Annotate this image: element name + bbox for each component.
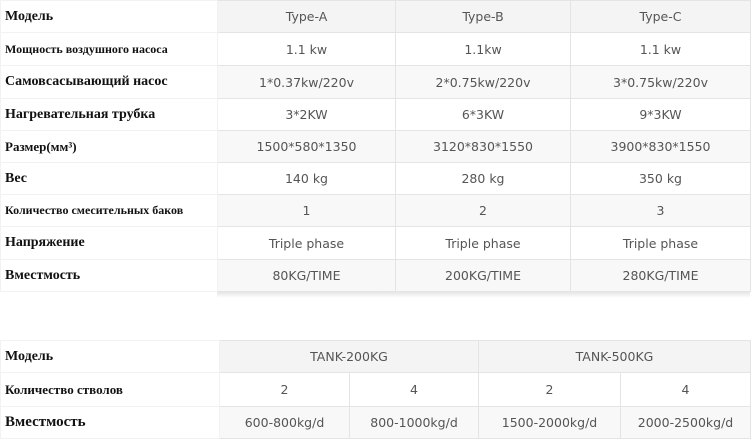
table-cell: 1500-2000kg/d (478, 406, 621, 439)
table-row: Количество стволов 2 4 2 4 (0, 372, 751, 407)
table-row: Вместмость 80KG/TIME 200KG/TIME 280KG/TI… (0, 259, 751, 292)
table-cell: Triple phase (570, 226, 751, 260)
specs-table-2: Модель TANK-200KG TANK-500KG Количество … (0, 340, 751, 439)
table-cell: 3120*830*1550 (395, 130, 571, 163)
table-cell: 600-800kg/d (219, 406, 350, 439)
table-cell: 140 kg (217, 162, 396, 195)
table-row: Вместмость 600-800kg/d 800-1000kg/d 1500… (0, 406, 751, 439)
table-cell: 350 kg (570, 162, 751, 195)
table-row: Нагревательная трубка 3*2KW 6*3KW 9*3KW (0, 98, 751, 131)
table-cell: 1.1 kw (570, 32, 751, 66)
table-cell: 2000-2500kg/d (620, 406, 751, 439)
table-cell: 2*0.75kw/220v (395, 65, 571, 99)
column-header: Type-B (395, 0, 571, 33)
column-header: Type-C (570, 0, 751, 33)
table-cell: 9*3KW (570, 98, 751, 131)
table-header-row: Модель Type-A Type-B Type-C (0, 0, 751, 33)
row-label: Мощность воздушного насоса (0, 32, 218, 66)
row-label: Нагревательная трубка (0, 98, 218, 131)
row-label: Количество смесительных баков (0, 194, 218, 227)
table-cell: 800-1000kg/d (349, 406, 479, 439)
table-cell: 2 (478, 372, 621, 407)
table-cell: 3*2KW (217, 98, 396, 131)
table-cell: 1.1kw (395, 32, 571, 66)
column-header: TANK-500KG (478, 340, 751, 373)
row-label: Вместмость (0, 406, 220, 439)
row-label: Размер(мм³) (0, 130, 218, 163)
table-cell: 4 (620, 372, 751, 407)
table-cell: 1.1 kw (217, 32, 396, 66)
row-label: Напряжение (0, 226, 218, 260)
row-label: Модель (0, 340, 220, 373)
table-cell: 3 (570, 194, 751, 227)
table-row: Самовсасывающий насос 1*0.37kw/220v 2*0.… (0, 65, 751, 99)
table-cell: 280 kg (395, 162, 571, 195)
row-label: Количество стволов (0, 372, 220, 407)
table-cell: 4 (349, 372, 479, 407)
table-cell: 6*3KW (395, 98, 571, 131)
table-cell: 2 (219, 372, 350, 407)
table-header-row: Модель TANK-200KG TANK-500KG (0, 340, 751, 373)
specs-table-1: Модель Type-A Type-B Type-C Мощность воз… (0, 0, 751, 292)
table-cell: 3900*830*1550 (570, 130, 751, 163)
table-row: Мощность воздушного насоса 1.1 kw 1.1kw … (0, 32, 751, 66)
table-cell: 80KG/TIME (217, 259, 396, 292)
table-cell: 280KG/TIME (570, 259, 751, 292)
table-cell: 3*0.75kw/220v (570, 65, 751, 99)
row-label: Самовсасывающий насос (0, 65, 218, 99)
table-cell: 1500*580*1350 (217, 130, 396, 163)
table-cell: 200KG/TIME (395, 259, 571, 292)
table-shadow (217, 292, 750, 298)
row-label: Вместмость (0, 259, 218, 292)
table-cell: 1 (217, 194, 396, 227)
table-cell: Triple phase (395, 226, 571, 260)
row-label: Вес (0, 162, 218, 195)
row-label: Модель (0, 0, 218, 33)
table-cell: Triple phase (217, 226, 396, 260)
column-header: TANK-200KG (219, 340, 479, 373)
column-header: Type-A (217, 0, 396, 33)
table-row: Размер(мм³) 1500*580*1350 3120*830*1550 … (0, 130, 751, 163)
table-row: Вес 140 kg 280 kg 350 kg (0, 162, 751, 195)
table-row: Напряжение Triple phase Triple phase Tri… (0, 226, 751, 260)
table-row: Количество смесительных баков 1 2 3 (0, 194, 751, 227)
table-cell: 2 (395, 194, 571, 227)
table-cell: 1*0.37kw/220v (217, 65, 396, 99)
